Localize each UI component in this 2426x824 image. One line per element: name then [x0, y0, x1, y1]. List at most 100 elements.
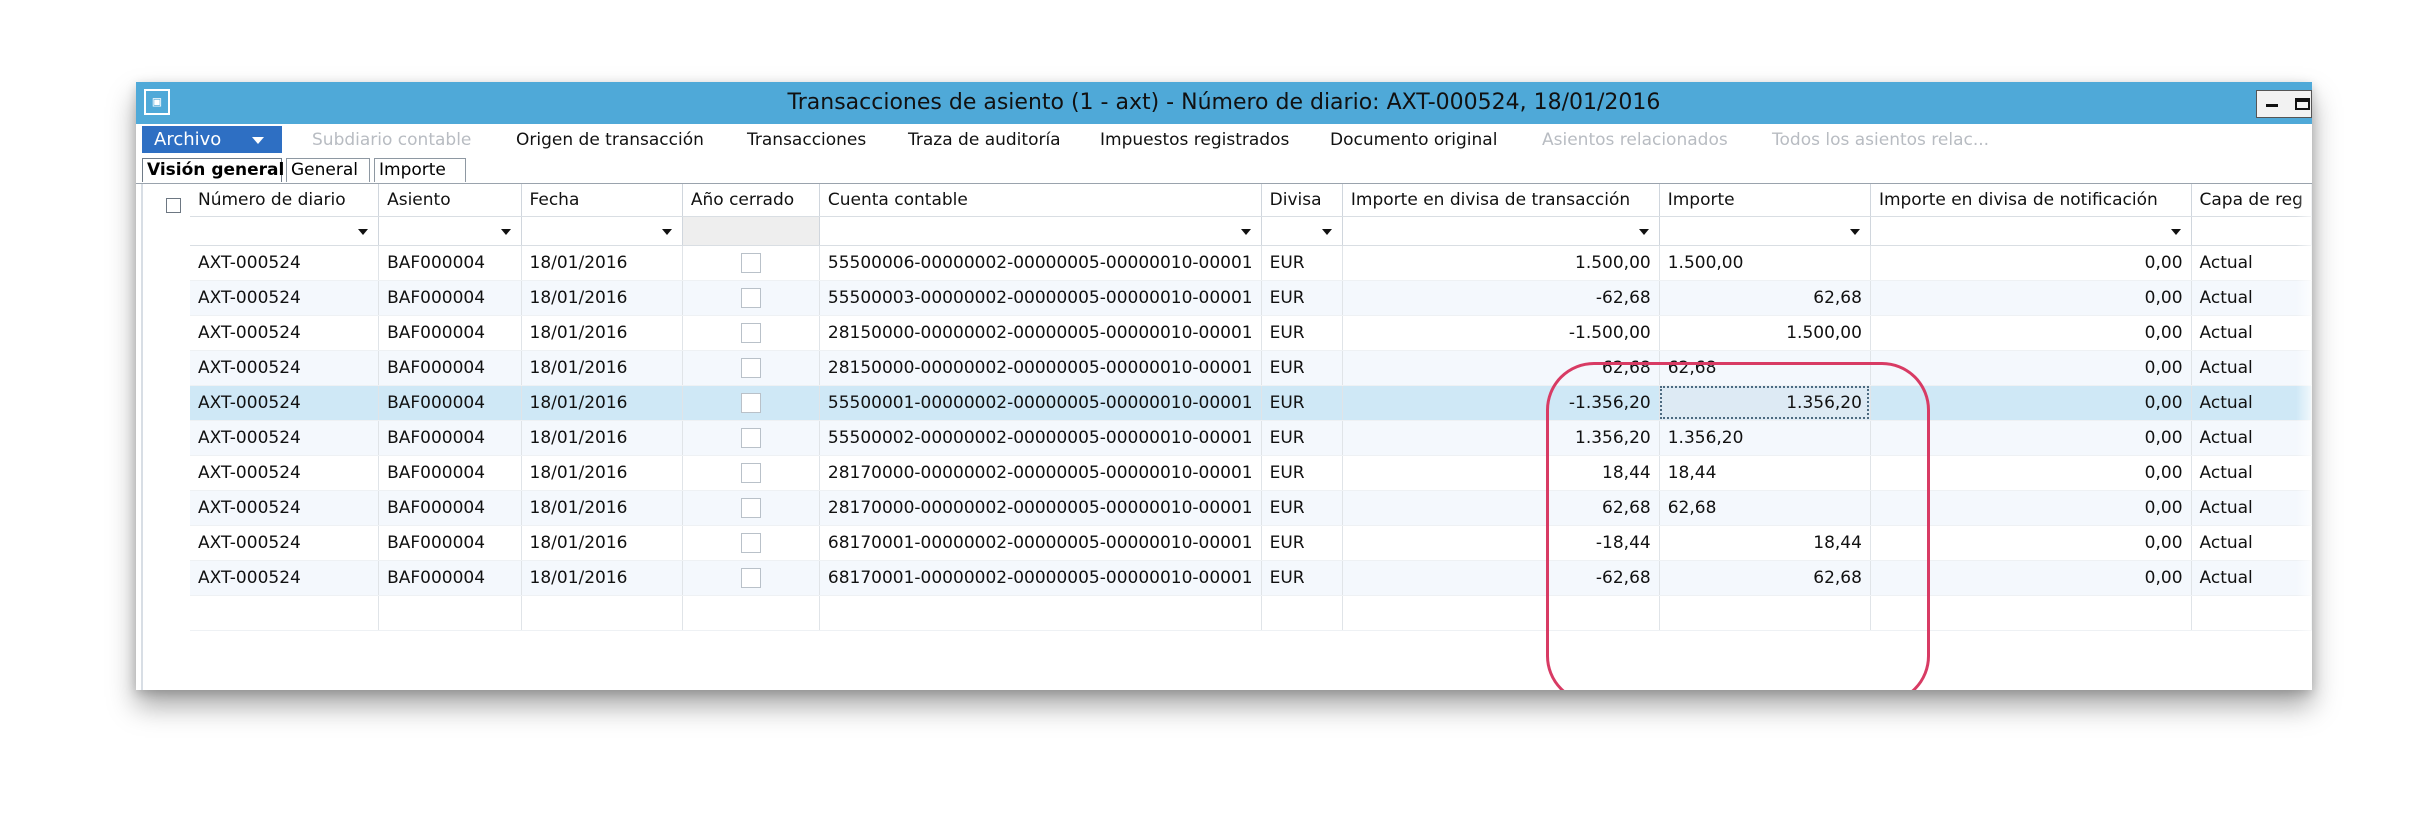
filter-importe[interactable]	[1659, 216, 1871, 246]
empty-cell[interactable]	[1870, 595, 2192, 631]
cell-ano-cerrado[interactable]	[682, 455, 820, 491]
menu-todos-asientos-relacionados[interactable]: Todos los asientos relac...	[1772, 130, 1989, 150]
cell-importe-debito[interactable]: 62,68	[1659, 350, 1871, 386]
file-menu-button[interactable]: Archivo	[142, 126, 282, 153]
empty-cell[interactable]	[378, 595, 522, 631]
header-importe[interactable]: Importe	[1659, 184, 1871, 217]
maximize-icon[interactable]	[2295, 98, 2310, 110]
cell-fecha[interactable]: 18/01/2016	[521, 280, 683, 316]
year-closed-checkbox[interactable]	[740, 392, 761, 413]
cell-importe-credito[interactable]: 1.500,00	[1659, 315, 1871, 351]
empty-cell[interactable]	[682, 595, 820, 631]
chevron-down-icon[interactable]	[1321, 228, 1332, 235]
cell-importe-divisa-notificacion[interactable]: 0,00	[1870, 350, 2192, 386]
header-ano-cerrado[interactable]: Año cerrado	[682, 184, 820, 217]
cell-importe-debito[interactable]: 18,44	[1659, 455, 1871, 491]
cell-capa-registro[interactable]: Actual	[2191, 560, 2312, 596]
cell-ano-cerrado[interactable]	[682, 420, 820, 456]
year-closed-checkbox[interactable]	[740, 252, 761, 273]
empty-cell[interactable]	[1261, 595, 1343, 631]
table-row[interactable]: AXT-000524 BAF000004 18/01/2016 68170001…	[190, 560, 2312, 596]
empty-cell[interactable]	[1659, 595, 1871, 631]
empty-table-row[interactable]	[190, 595, 2312, 631]
cell-importe-divisa-notificacion[interactable]: 0,00	[1870, 455, 2192, 491]
cell-importe-divisa-notificacion[interactable]: 0,00	[1870, 280, 2192, 316]
cell-numero-diario[interactable]: AXT-000524	[190, 280, 380, 316]
table-row-selected[interactable]: AXT-000524 BAF000004 18/01/2016 55500001…	[190, 385, 2312, 421]
cell-capa-registro[interactable]: Actual	[2191, 350, 2312, 386]
cell-importe-divisa-transaccion[interactable]: 62,68	[1342, 490, 1660, 526]
year-closed-checkbox[interactable]	[740, 357, 761, 378]
header-cuenta-contable[interactable]: Cuenta contable	[819, 184, 1262, 217]
table-row[interactable]: AXT-000524 BAF000004 18/01/2016 68170001…	[190, 525, 2312, 561]
cell-importe-divisa-notificacion[interactable]: 0,00	[1870, 525, 2192, 561]
cell-cuenta-contable[interactable]: 55500006-00000002-00000005-00000010-0000…	[819, 245, 1262, 281]
chevron-down-icon[interactable]	[1638, 228, 1649, 235]
chevron-down-icon[interactable]	[1240, 228, 1251, 235]
table-row[interactable]: AXT-000524 BAF000004 18/01/2016 28170000…	[190, 455, 2312, 491]
cell-numero-diario[interactable]: AXT-000524	[190, 525, 380, 561]
cell-ano-cerrado[interactable]	[682, 385, 820, 421]
header-asiento[interactable]: Asiento	[378, 184, 522, 217]
header-fecha[interactable]: Fecha	[521, 184, 683, 217]
menu-transacciones[interactable]: Transacciones	[747, 130, 866, 150]
cell-importe-divisa-transaccion[interactable]: -18,44	[1342, 525, 1660, 561]
cell-divisa[interactable]: EUR	[1261, 420, 1343, 456]
table-row[interactable]: AXT-000524 BAF000004 18/01/2016 55500006…	[190, 245, 2312, 281]
filter-importe-divisa-transaccion[interactable]	[1342, 216, 1660, 246]
filter-importe-divisa-notificacion[interactable]	[1870, 216, 2192, 246]
tab-vision-general[interactable]: Visión general	[142, 158, 284, 182]
cell-cuenta-contable[interactable]: 68170001-00000002-00000005-00000010-0000…	[819, 560, 1262, 596]
year-closed-checkbox[interactable]	[740, 497, 761, 518]
empty-cell[interactable]	[819, 595, 1262, 631]
cell-divisa[interactable]: EUR	[1261, 280, 1343, 316]
cell-ano-cerrado[interactable]	[682, 245, 820, 281]
chevron-down-icon[interactable]	[2170, 228, 2181, 235]
cell-fecha[interactable]: 18/01/2016	[521, 245, 683, 281]
cell-importe-divisa-transaccion[interactable]: -62,68	[1342, 560, 1660, 596]
cell-asiento[interactable]: BAF000004	[378, 420, 522, 456]
cell-numero-diario[interactable]: AXT-000524	[190, 490, 380, 526]
cell-fecha[interactable]: 18/01/2016	[521, 350, 683, 386]
cell-fecha[interactable]: 18/01/2016	[521, 490, 683, 526]
cell-cuenta-contable[interactable]: 55500003-00000002-00000005-00000010-0000…	[819, 280, 1262, 316]
cell-asiento[interactable]: BAF000004	[378, 525, 522, 561]
header-capa-registro[interactable]: Capa de reg	[2191, 184, 2312, 217]
table-row[interactable]: AXT-000524 BAF000004 18/01/2016 28150000…	[190, 315, 2312, 351]
year-closed-checkbox[interactable]	[740, 462, 761, 483]
cell-asiento[interactable]: BAF000004	[378, 245, 522, 281]
year-closed-checkbox[interactable]	[740, 567, 761, 588]
cell-importe-credito[interactable]: 62,68	[1659, 560, 1871, 596]
cell-capa-registro[interactable]: Actual	[2191, 490, 2312, 526]
cell-fecha[interactable]: 18/01/2016	[521, 455, 683, 491]
empty-cell[interactable]	[190, 595, 380, 631]
cell-numero-diario[interactable]: AXT-000524	[190, 455, 380, 491]
table-row[interactable]: AXT-000524 BAF000004 18/01/2016 28170000…	[190, 490, 2312, 526]
header-importe-divisa-notificacion[interactable]: Importe en divisa de notificación	[1870, 184, 2192, 217]
cell-ano-cerrado[interactable]	[682, 525, 820, 561]
cell-cuenta-contable[interactable]: 28170000-00000002-00000005-00000010-0000…	[819, 490, 1262, 526]
cell-asiento[interactable]: BAF000004	[378, 560, 522, 596]
chevron-down-icon[interactable]	[500, 228, 511, 235]
menu-origen-transaccion[interactable]: Origen de transacción	[516, 130, 704, 150]
cell-importe-debito[interactable]: 62,68	[1659, 490, 1871, 526]
table-row[interactable]: AXT-000524 BAF000004 18/01/2016 55500003…	[190, 280, 2312, 316]
cell-capa-registro[interactable]: Actual	[2191, 245, 2312, 281]
year-closed-checkbox[interactable]	[740, 532, 761, 553]
filter-capa-registro[interactable]	[2191, 216, 2312, 246]
cell-capa-registro[interactable]: Actual	[2191, 420, 2312, 456]
cell-numero-diario[interactable]: AXT-000524	[190, 315, 380, 351]
cell-divisa[interactable]: EUR	[1261, 560, 1343, 596]
cell-fecha[interactable]: 18/01/2016	[521, 315, 683, 351]
cell-divisa[interactable]: EUR	[1261, 525, 1343, 561]
cell-importe-divisa-transaccion[interactable]: 62,68	[1342, 350, 1660, 386]
cell-cuenta-contable[interactable]: 28150000-00000002-00000005-00000010-0000…	[819, 350, 1262, 386]
cell-capa-registro[interactable]: Actual	[2191, 385, 2312, 421]
cell-importe-debito[interactable]: 1.356,20	[1659, 420, 1871, 456]
cell-cuenta-contable[interactable]: 68170001-00000002-00000005-00000010-0000…	[819, 525, 1262, 561]
header-numero-diario[interactable]: Número de diario	[190, 184, 380, 217]
cell-importe-divisa-transaccion[interactable]: -1.356,20	[1342, 385, 1660, 421]
cell-importe-divisa-transaccion[interactable]: 1.356,20	[1342, 420, 1660, 456]
cell-capa-registro[interactable]: Actual	[2191, 525, 2312, 561]
cell-importe-divisa-transaccion[interactable]: -62,68	[1342, 280, 1660, 316]
